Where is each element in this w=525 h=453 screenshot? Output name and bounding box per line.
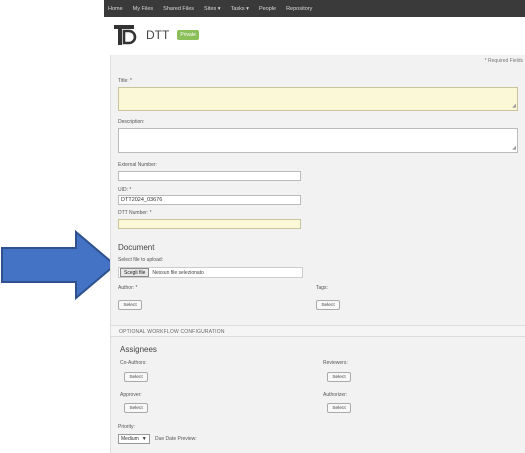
author-select-button[interactable]: Select [118, 300, 142, 310]
top-nav-bar: Home My Files Shared Files Sites ▾ Tasks… [104, 0, 525, 17]
priority-label: Priority: [118, 424, 135, 430]
nav-repository[interactable]: Repository [286, 6, 312, 12]
choose-file-button[interactable]: Scegli file [120, 268, 150, 277]
resize-handle-icon[interactable]: ◢ [512, 146, 516, 151]
external-number-field[interactable] [118, 171, 301, 181]
tags-select-button[interactable]: Select [316, 300, 340, 310]
due-date-preview-label: Due Date Preview: [155, 436, 197, 442]
title-field[interactable]: ◢ [118, 87, 518, 111]
reviewers-label: Reviewers: [323, 360, 348, 366]
optional-workflow-heading: OPTIONAL WORKFLOW CONFIGURATION [119, 329, 225, 335]
nav-sites[interactable]: Sites ▾ [204, 6, 221, 12]
nav-tasks[interactable]: Tasks ▾ [231, 6, 249, 12]
external-number-label: External Number: [118, 162, 157, 168]
dtt-logo-icon [114, 25, 137, 45]
description-label: Description: [118, 119, 145, 125]
create-document-form: * Required Fields Title: * ◢ Description… [110, 55, 525, 453]
nav-my-files[interactable]: My Files [133, 6, 153, 12]
tags-label: Tags: [316, 285, 328, 291]
authorizer-select-button[interactable]: Select [327, 403, 351, 413]
select-file-label: Select file to upload: [118, 257, 164, 263]
uid-value: DTT2024_03676 [121, 197, 163, 203]
file-input[interactable]: Scegli file Nessun file selezionato [118, 267, 303, 278]
uid-field[interactable]: DTT2024_03676 [118, 195, 301, 205]
dtt-number-field[interactable] [118, 219, 301, 229]
privacy-badge: Private [177, 30, 199, 40]
nav-home[interactable]: Home [108, 6, 123, 12]
author-label: Author: * [118, 285, 138, 291]
nav-people[interactable]: People [259, 6, 276, 12]
description-field[interactable]: ◢ [118, 128, 518, 153]
priority-select[interactable]: Medium ▼ [118, 434, 150, 444]
site-title: DTT [146, 28, 170, 42]
coauthors-select-button[interactable]: Select [124, 372, 148, 382]
priority-value: Medium [121, 436, 139, 442]
approver-label: Approver: [120, 392, 142, 398]
authorizer-label: Authorizer: [323, 392, 348, 398]
callout-arrow-icon [1, 230, 117, 300]
assignees-heading: Assignees [120, 345, 157, 354]
uid-label: UID: * [118, 187, 132, 193]
file-status-text: Nessun file selezionato [152, 269, 204, 276]
resize-handle-icon[interactable]: ◢ [512, 104, 516, 109]
approver-select-button[interactable]: Select [124, 403, 148, 413]
title-label: Title: * [118, 78, 132, 84]
required-note: * Required Fields [484, 58, 523, 64]
nav-shared-files[interactable]: Shared Files [163, 6, 194, 12]
site-header: DTT Private [104, 17, 525, 53]
dtt-number-label: DTT Number: * [118, 210, 152, 216]
document-heading: Document [118, 243, 155, 252]
coauthors-label: Co-Authors: [120, 360, 147, 366]
chevron-down-icon: ▼ [141, 436, 147, 442]
reviewers-select-button[interactable]: Select [327, 372, 351, 382]
optional-workflow-bar[interactable]: OPTIONAL WORKFLOW CONFIGURATION [111, 325, 525, 337]
